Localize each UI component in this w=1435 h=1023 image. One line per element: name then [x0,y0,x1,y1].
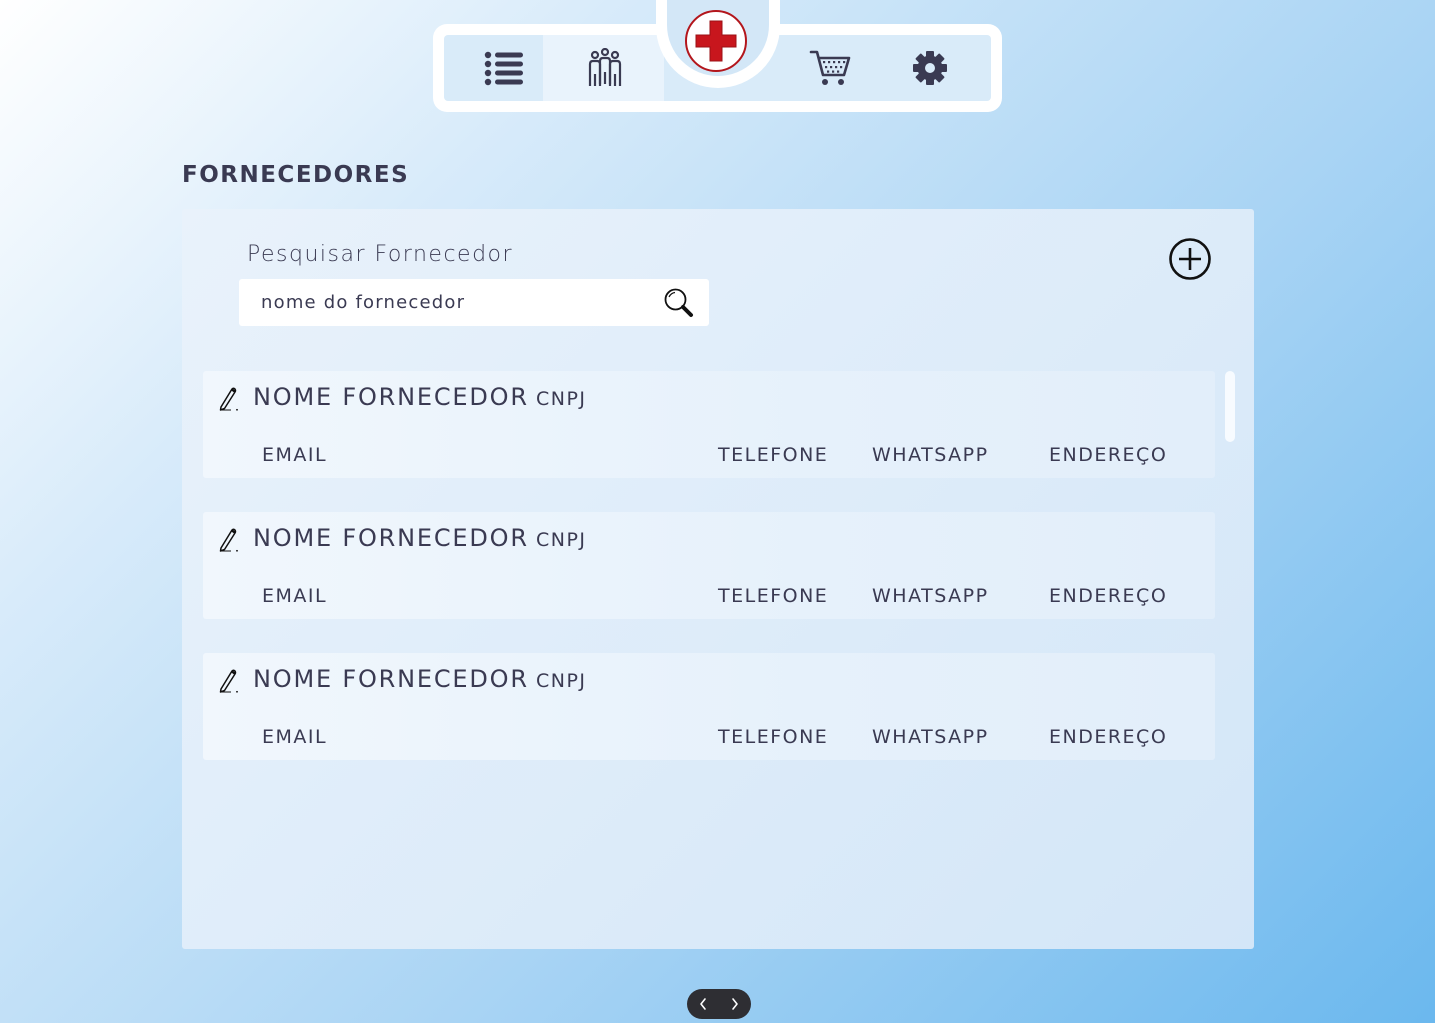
supplier-endereco: ENDEREÇO [1049,726,1168,748]
search-label: Pesquisar Fornecedor [247,242,514,267]
supplier-cnpj: CNPJ [536,670,587,692]
pencil-icon [219,669,238,693]
pencil-icon [219,387,238,411]
edit-supplier-button[interactable] [217,667,243,693]
nav-settings-button[interactable] [906,44,954,92]
search-input[interactable] [261,279,651,326]
supplier-name: NOME FORNECEDOR [253,665,529,693]
supplier-card: NOME FORNECEDOR CNPJ EMAIL TELEFONE WHAT… [203,653,1215,760]
nav-cart-button[interactable] [806,44,854,92]
edit-supplier-button[interactable] [217,385,243,411]
magnifier-icon [664,288,693,317]
add-supplier-button[interactable] [1168,237,1212,281]
supplier-email: EMAIL [262,444,328,466]
chevron-left-icon [700,998,706,1010]
red-cross-logo[interactable] [685,10,747,72]
list-icon [484,51,523,86]
supplier-whatsapp: WHATSAPP [872,585,989,607]
supplier-card: NOME FORNECEDOR CNPJ EMAIL TELEFONE WHAT… [203,512,1215,619]
supplier-email: EMAIL [262,585,328,607]
supplier-endereco: ENDEREÇO [1049,444,1168,466]
list-scrollbar[interactable] [1225,371,1235,442]
supplier-cnpj: CNPJ [536,529,587,551]
supplier-telefone: TELEFONE [718,444,829,466]
people-icon [588,48,622,86]
cart-icon [809,50,851,85]
supplier-whatsapp: WHATSAPP [872,726,989,748]
pencil-icon [219,528,238,552]
supplier-cnpj: CNPJ [536,388,587,410]
nav-list-button[interactable] [480,44,528,92]
supplier-telefone: TELEFONE [718,726,829,748]
red-cross-icon [695,20,737,62]
supplier-name: NOME FORNECEDOR [253,383,529,411]
edit-supplier-button[interactable] [217,526,243,552]
supplier-endereco: ENDEREÇO [1049,585,1168,607]
next-page-button[interactable] [719,989,751,1019]
page-title: FORNECEDORES [182,162,410,188]
prev-page-button[interactable] [687,989,719,1019]
pagination [687,989,751,1019]
supplier-card: NOME FORNECEDOR CNPJ EMAIL TELEFONE WHAT… [203,371,1215,478]
nav-people-button[interactable] [581,44,629,92]
search-button[interactable] [661,285,697,321]
supplier-whatsapp: WHATSAPP [872,444,989,466]
plus-circle-icon [1169,238,1211,280]
chevron-right-icon [732,998,738,1010]
search-box [239,279,709,326]
supplier-email: EMAIL [262,726,328,748]
supplier-telefone: TELEFONE [718,585,829,607]
gear-icon [913,51,947,85]
supplier-name: NOME FORNECEDOR [253,524,529,552]
